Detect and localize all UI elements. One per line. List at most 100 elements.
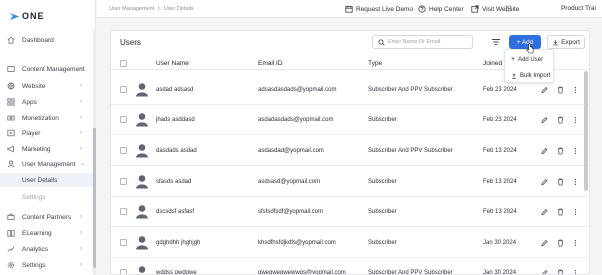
user-email: asdadasdads@yopmail.com: [258, 117, 334, 123]
chart-icon: [7, 246, 15, 252]
sidebar-scrollbar-thumb[interactable]: [93, 128, 96, 268]
sidebar-item-dashboard[interactable]: Dashboard: [0, 33, 94, 47]
select-all-checkbox[interactable]: [120, 60, 127, 67]
request-demo-link[interactable]: Request Live Demo: [345, 4, 413, 14]
breadcrumb-separator: |: [158, 6, 160, 12]
filter-icon[interactable]: [491, 37, 501, 47]
edit-icon[interactable]: [541, 178, 548, 186]
sidebar-item-player[interactable]: Player ›: [0, 126, 94, 140]
home-icon: [7, 36, 15, 44]
edit-icon[interactable]: [541, 116, 548, 124]
calendar-icon: [345, 5, 353, 13]
user-name: dasdads asdad: [156, 148, 197, 154]
table-row[interactable]: wddss qwdqwe qweqweqwewwqs@yopmail.com Sub…: [111, 258, 589, 275]
sidebar-item-settings[interactable]: Settings ›: [0, 258, 94, 272]
chevron-right-icon: ›: [80, 246, 82, 252]
delete-icon[interactable]: [557, 86, 564, 94]
breadcrumb-item[interactable]: User Management: [109, 6, 154, 12]
tenant-selector[interactable]: Product Trai: [561, 5, 596, 12]
delete-icon[interactable]: [557, 208, 564, 216]
more-icon[interactable]: [572, 86, 579, 94]
delete-icon[interactable]: [557, 239, 564, 247]
more-icon[interactable]: [572, 239, 579, 247]
table-row[interactable]: dasdads asdad asdasdad@yopmail.com Subscri…: [111, 136, 589, 166]
sidebar-item-website[interactable]: Website ›: [0, 79, 94, 93]
table-row[interactable]: dscsdsf asfasf sfsfsdfsdf@yopmail.com Subs…: [111, 197, 589, 227]
edit-icon[interactable]: [541, 239, 548, 247]
chevron-right-icon: ›: [80, 214, 82, 220]
column-header-email[interactable]: Email ID: [258, 60, 283, 67]
row-checkbox[interactable]: [120, 178, 127, 185]
delete-icon[interactable]: [557, 147, 564, 155]
sidebar-subitem-user-details[interactable]: User Details: [0, 173, 94, 187]
sidebar-subitem-settings[interactable]: Settings: [0, 190, 94, 204]
user-joined: Feb 13 2024: [483, 179, 517, 185]
more-icon[interactable]: [572, 269, 579, 274]
edit-icon[interactable]: [541, 86, 548, 94]
more-icon[interactable]: [572, 178, 579, 186]
money-icon: [7, 115, 15, 121]
sidebar-item-label: Player: [22, 129, 41, 137]
logo[interactable]: ONE: [9, 10, 45, 22]
avatar-icon: [136, 144, 148, 158]
table-row[interactable]: jhads asddasd asdadasdads@yopmail.com Subs…: [111, 105, 589, 135]
search-input[interactable]: [388, 39, 468, 45]
play-icon: [7, 129, 15, 137]
sidebar-item-label: ELearning: [22, 229, 52, 237]
chevron-right-icon: ›: [80, 99, 82, 105]
sidebar-item-label: Content Management: [22, 65, 85, 73]
row-checkbox[interactable]: [120, 86, 127, 93]
sidebar-item-apps[interactable]: Apps ›: [0, 95, 94, 109]
menu-item-label: Bulk Import: [520, 72, 551, 79]
add-button[interactable]: + Add: [509, 35, 541, 49]
user-joined: Feb 23 2024: [483, 117, 517, 123]
user-name: asdad adsasd: [156, 87, 194, 93]
delete-icon[interactable]: [557, 269, 564, 274]
sidebar-item-content-partners[interactable]: Content Partners ›: [0, 210, 94, 224]
book-icon: [7, 230, 15, 237]
delete-icon[interactable]: [557, 116, 564, 124]
help-center-link[interactable]: Help Center: [418, 4, 464, 14]
chevron-right-icon: ›: [80, 115, 82, 121]
edit-icon[interactable]: [541, 208, 548, 216]
table-row[interactable]: sfasds asdad asdsasd@yopmail.com Subscribe…: [111, 167, 589, 197]
menu-item-add-user[interactable]: + Add User: [505, 52, 555, 67]
table-row[interactable]: gdghdhh jhghjgh khsdfhsfdjkdfs@yopmail.co…: [111, 228, 589, 258]
sidebar-item-marketing[interactable]: Marketing ›: [0, 142, 94, 156]
sidebar-item-monetization[interactable]: Monetization ›: [0, 111, 94, 125]
more-icon[interactable]: [572, 208, 579, 216]
sidebar-item-content-management[interactable]: Content Management ›: [0, 62, 94, 76]
column-header-type[interactable]: Type: [368, 60, 382, 67]
column-header-name[interactable]: User Name: [156, 60, 189, 67]
row-checkbox[interactable]: [120, 269, 127, 274]
edit-icon[interactable]: [541, 147, 548, 155]
grid-icon[interactable]: [505, 5, 512, 12]
sidebar-item-elearning[interactable]: ELearning ›: [0, 226, 94, 240]
edit-icon[interactable]: [541, 269, 548, 274]
table-scrollbar[interactable]: [584, 71, 588, 191]
visit-website-link[interactable]: Visit Website: [471, 4, 519, 14]
row-checkbox[interactable]: [120, 116, 127, 123]
sidebar-item-analytics[interactable]: Analytics ›: [0, 242, 94, 256]
sidebar-item-label: Content Partners: [22, 213, 72, 221]
user-email: sfsfsdfsdf@yopmail.com: [258, 209, 324, 215]
user-joined: Feb 23 2024: [483, 87, 517, 93]
export-label: Export: [561, 38, 580, 46]
sidebar-scrollbar[interactable]: [93, 30, 96, 275]
more-icon[interactable]: [572, 147, 579, 155]
sidebar-item-user-management[interactable]: User Management ⌄: [0, 157, 94, 171]
more-icon[interactable]: [572, 116, 579, 124]
user-email: khsdfhsfdjkdfs@yopmail.com: [258, 240, 336, 246]
top-bar: User Management | User Details Request Liv…: [97, 0, 602, 18]
search-box[interactable]: [372, 35, 473, 49]
row-checkbox[interactable]: [120, 147, 127, 154]
export-button[interactable]: Export: [547, 35, 585, 49]
row-checkbox[interactable]: [120, 208, 127, 215]
user-email: qweqweqwewwqs@yopmail.com: [258, 270, 346, 275]
menu-item-bulk-import[interactable]: Bulk Import: [505, 68, 555, 83]
chevron-right-icon: ›: [80, 83, 82, 89]
sidebar-item-label: Marketing: [22, 145, 51, 153]
page-title: Users: [120, 38, 141, 47]
row-checkbox[interactable]: [120, 239, 127, 246]
delete-icon[interactable]: [557, 178, 564, 186]
